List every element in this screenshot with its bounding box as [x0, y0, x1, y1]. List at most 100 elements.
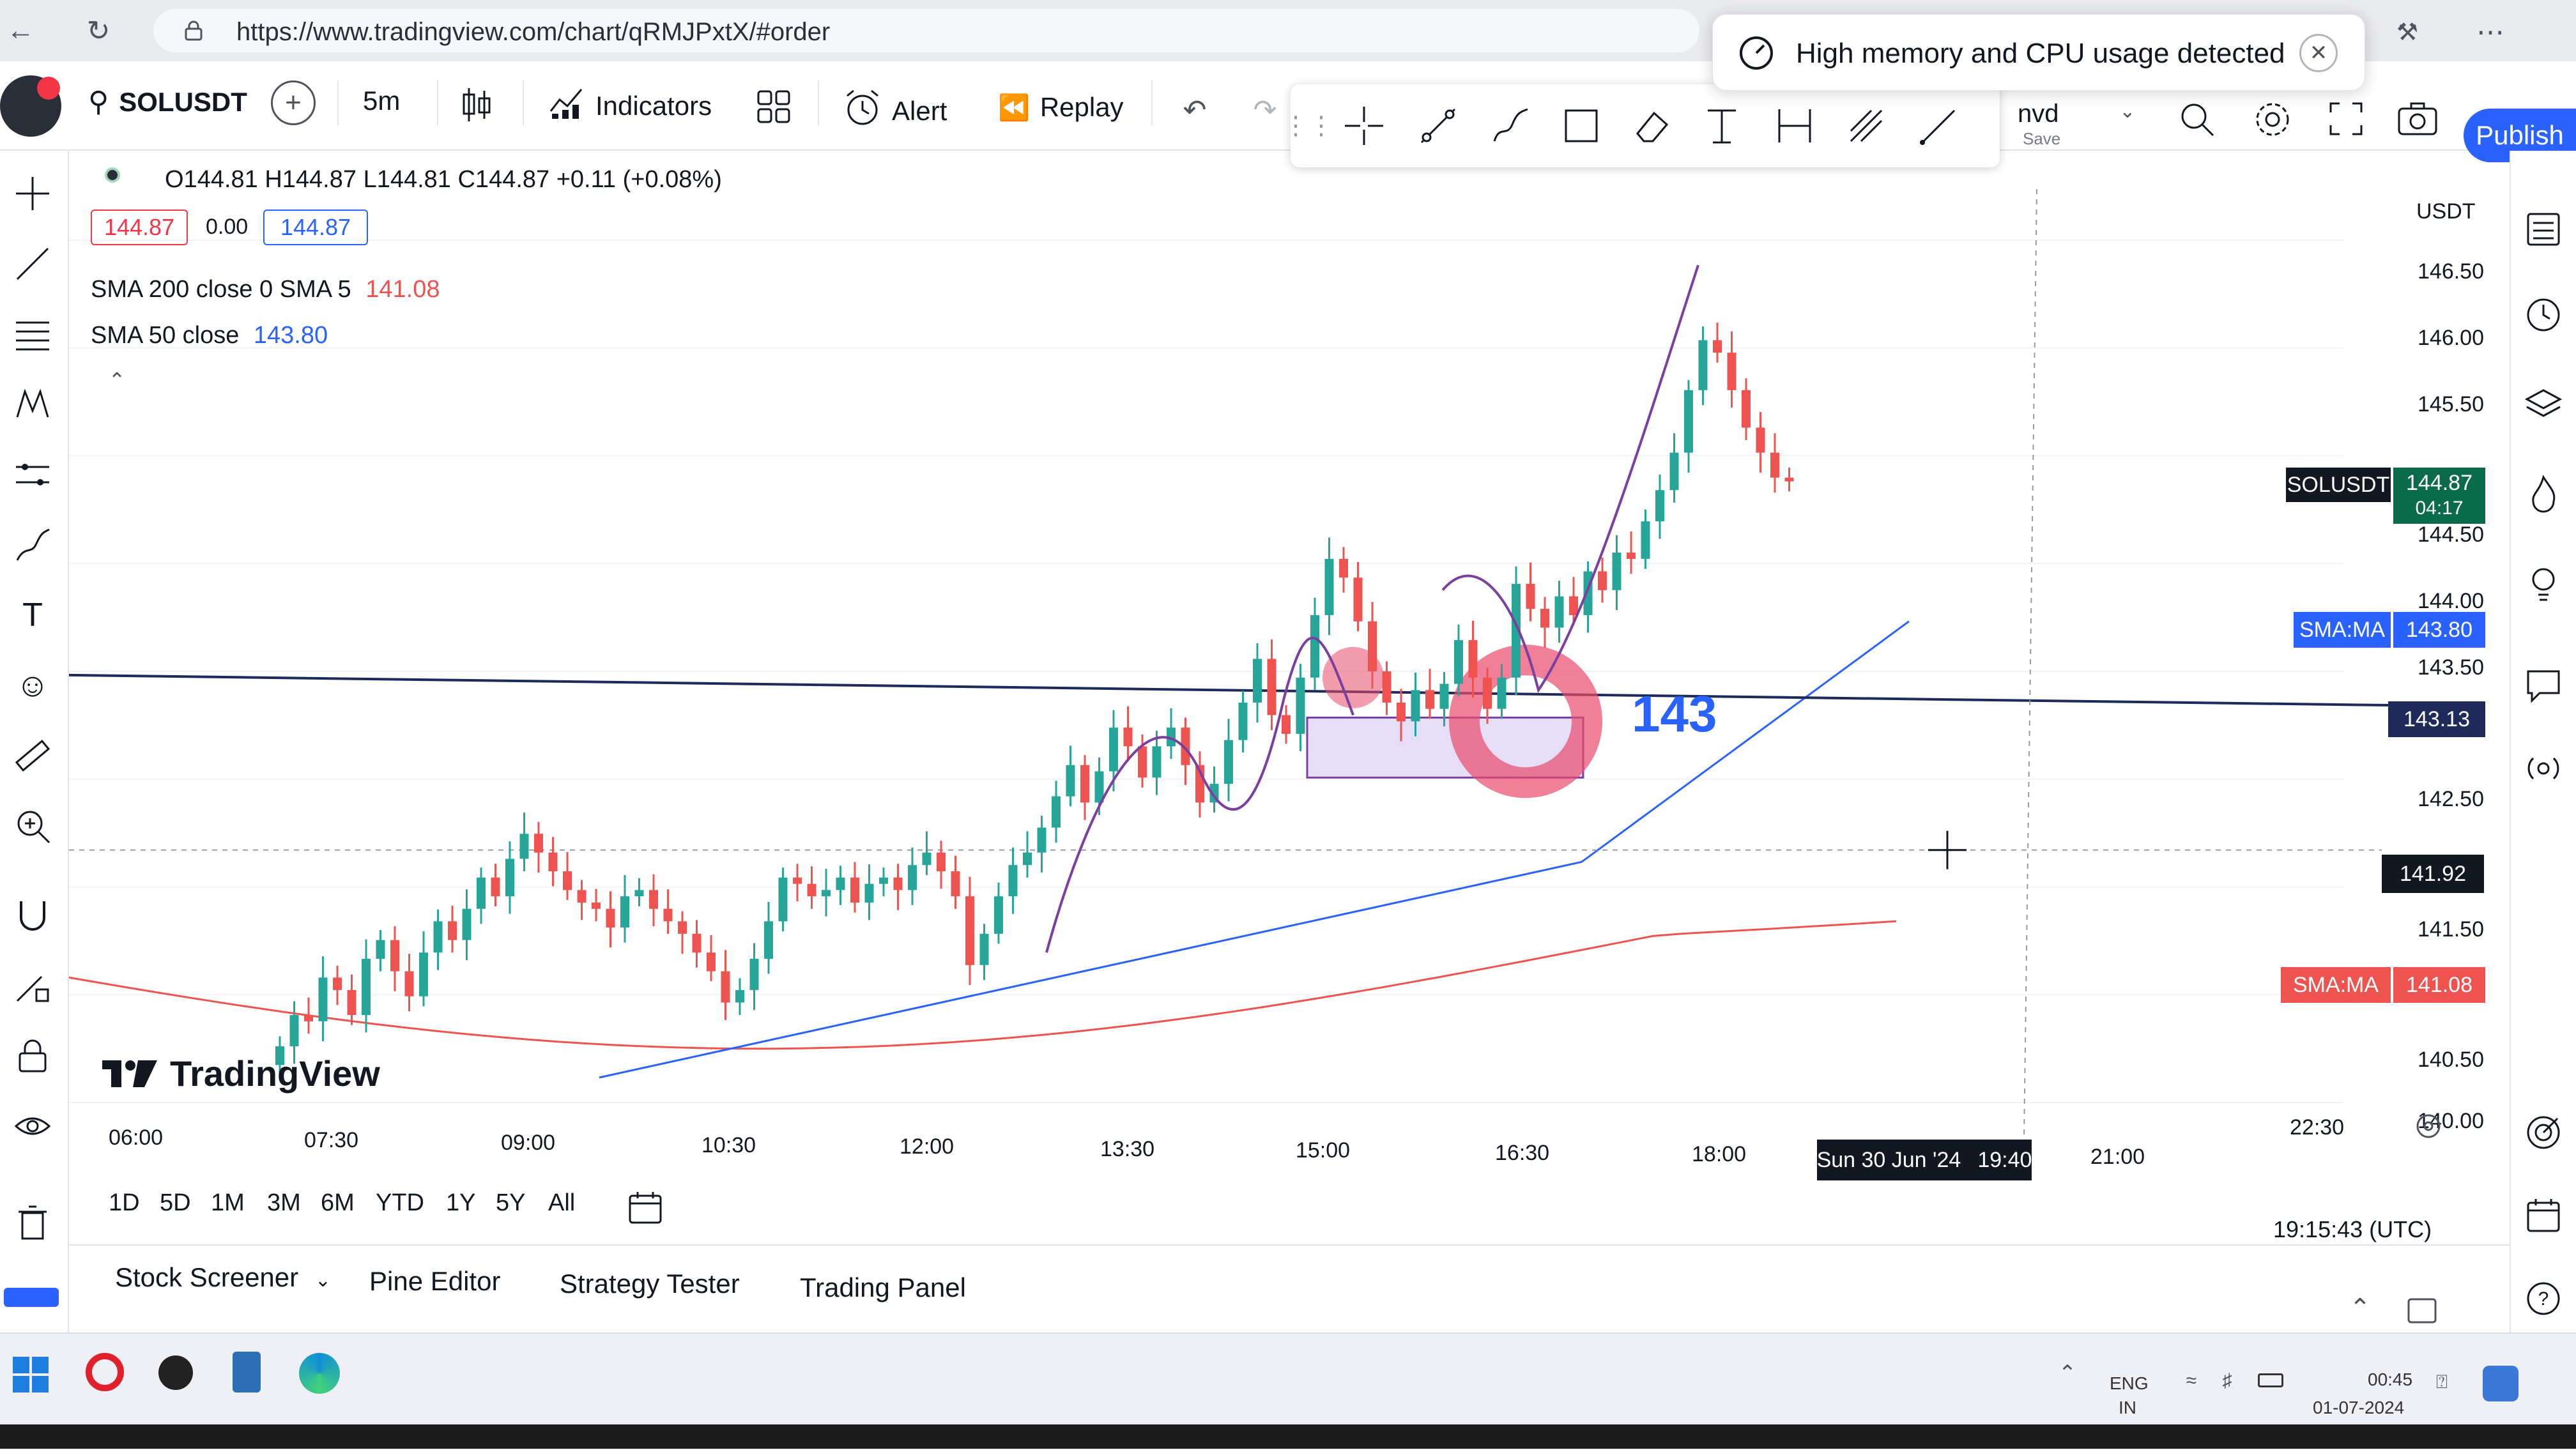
- rectangle-tool-icon[interactable]: [1559, 103, 1604, 148]
- chrome-app-icon[interactable]: [158, 1355, 193, 1390]
- language-indicator[interactable]: ENG: [2110, 1373, 2149, 1394]
- system-time[interactable]: 00:45: [2368, 1370, 2412, 1390]
- tab-pine-editor[interactable]: Pine Editor: [369, 1266, 500, 1297]
- object-tree-icon[interactable]: [4, 1288, 59, 1307]
- layout-save-status[interactable]: Save: [2023, 129, 2060, 149]
- watchlist-icon[interactable]: [2520, 206, 2567, 253]
- fib-tool-icon[interactable]: [1844, 103, 1889, 148]
- range-ytd[interactable]: YTD: [376, 1189, 424, 1217]
- back-arrow-icon[interactable]: ←: [3, 13, 38, 49]
- range-1y[interactable]: 1Y: [446, 1189, 475, 1217]
- chat-icon[interactable]: [2520, 662, 2567, 709]
- sma200-legend[interactable]: SMA 200 close 0 SMA 5 141.08: [91, 276, 440, 303]
- maximize-panel-icon[interactable]: [2406, 1297, 2438, 1325]
- range-6m[interactable]: 6M: [321, 1189, 355, 1217]
- address-bar[interactable]: https://www.tradingview.com/chart/qRMJPx…: [153, 9, 1699, 52]
- chart-pane[interactable]: O144.81 H144.87 L144.81 C144.87 +0.11 (+…: [68, 151, 2510, 1180]
- brush-icon[interactable]: [9, 521, 56, 569]
- eraser-tool-icon[interactable]: [1629, 103, 1674, 148]
- notepad-app-icon[interactable]: [233, 1352, 261, 1393]
- zoom-in-icon[interactable]: [9, 802, 56, 850]
- redo-icon[interactable]: ↷: [1246, 91, 1284, 129]
- ideas-bulb-icon[interactable]: [2520, 560, 2567, 607]
- streams-icon[interactable]: [2520, 745, 2567, 792]
- magnet-icon[interactable]: [9, 892, 56, 939]
- brush-tool-icon[interactable]: [1489, 103, 1533, 148]
- crosshair-icon[interactable]: [9, 170, 56, 217]
- notification-bell-icon[interactable]: ⍰: [2429, 1370, 2455, 1395]
- lock-icon[interactable]: [9, 1032, 56, 1080]
- battery-icon[interactable]: [2258, 1373, 2283, 1387]
- settings-gear-icon[interactable]: [2253, 100, 2292, 139]
- alerts-clock-icon[interactable]: [2520, 291, 2567, 339]
- candles-style-icon[interactable]: [459, 86, 494, 124]
- symbol-search[interactable]: ⚲ SOLUSDT: [88, 86, 247, 118]
- quick-search-icon[interactable]: [2177, 100, 2216, 138]
- site-info-icon[interactable]: [184, 20, 203, 41]
- compare-add-icon[interactable]: +: [271, 80, 316, 125]
- range-5y[interactable]: 5Y: [496, 1189, 525, 1217]
- collapse-legend-icon[interactable]: ⌃: [101, 364, 133, 396]
- chevron-down-icon[interactable]: ⌄: [2115, 98, 2140, 124]
- speaker-icon[interactable]: ♯: [2214, 1368, 2240, 1394]
- range-5d[interactable]: 5D: [160, 1189, 191, 1217]
- tab-strategy-tester[interactable]: Strategy Tester: [560, 1269, 740, 1299]
- drag-handle-icon[interactable]: ⋮⋮: [1283, 103, 1334, 148]
- fib-retracement-icon[interactable]: [9, 310, 56, 358]
- currency-selector[interactable]: USDT: [2416, 199, 2476, 224]
- replay-button[interactable]: ⏪ Replay: [998, 92, 1124, 123]
- text-tool-icon[interactable]: [1699, 103, 1744, 148]
- range-all[interactable]: All: [548, 1189, 575, 1217]
- edge-browser-icon[interactable]: [299, 1353, 340, 1394]
- axis-settings-icon[interactable]: [2414, 1111, 2443, 1141]
- buy-price-button[interactable]: 144.87: [263, 210, 368, 245]
- crosshair-tool-icon[interactable]: [1342, 103, 1386, 148]
- tab-trading-panel[interactable]: Trading Panel: [800, 1272, 966, 1303]
- calendar-icon[interactable]: [2520, 1192, 2567, 1239]
- camera-snapshot-icon[interactable]: [2397, 101, 2438, 137]
- close-icon[interactable]: ✕: [2299, 34, 2338, 72]
- trend-line-tool-icon[interactable]: [1416, 103, 1460, 148]
- sell-price-button[interactable]: 144.87: [91, 210, 188, 245]
- ray-tool-icon[interactable]: [1915, 103, 1960, 148]
- weather-widget-icon[interactable]: [2483, 1366, 2518, 1401]
- goto-date-icon[interactable]: [627, 1189, 663, 1225]
- layout-name[interactable]: nvd: [2018, 100, 2059, 128]
- more-menu-icon[interactable]: ⋯: [2472, 14, 2508, 50]
- target-icon[interactable]: [2520, 1109, 2567, 1156]
- range-1d[interactable]: 1D: [109, 1189, 140, 1217]
- trendline-icon[interactable]: [9, 240, 56, 287]
- measure-tool-icon[interactable]: [1772, 103, 1817, 148]
- drawing-text-label[interactable]: 143: [1632, 685, 1717, 744]
- range-1m[interactable]: 1M: [211, 1189, 245, 1217]
- chevron-up-icon[interactable]: ⌃: [2342, 1290, 2378, 1326]
- utc-clock[interactable]: 19:15:43 (UTC): [2273, 1216, 2432, 1243]
- indicators-button[interactable]: Indicators: [548, 86, 712, 126]
- trash-icon[interactable]: [9, 1198, 56, 1246]
- system-date[interactable]: 01-07-2024: [2313, 1398, 2404, 1418]
- layers-icon[interactable]: [2520, 381, 2567, 428]
- draw-mode-icon[interactable]: [9, 962, 56, 1009]
- region-indicator[interactable]: IN: [2119, 1398, 2136, 1418]
- range-3m[interactable]: 3M: [267, 1189, 301, 1217]
- hotlist-flame-icon[interactable]: [2520, 470, 2567, 517]
- tab-stock-screener[interactable]: Stock Screener ⌄: [115, 1262, 331, 1293]
- ruler-icon[interactable]: [9, 732, 56, 779]
- windows-start-icon[interactable]: [12, 1355, 50, 1394]
- forecast-icon[interactable]: [9, 451, 56, 498]
- undo-icon[interactable]: ↶: [1176, 91, 1214, 129]
- sma50-legend[interactable]: SMA 50 close 143.80: [91, 322, 328, 349]
- wifi-icon[interactable]: ≈: [2179, 1368, 2204, 1394]
- extensions-icon[interactable]: ⚒: [2389, 14, 2425, 50]
- text-icon[interactable]: T: [9, 591, 56, 639]
- help-icon[interactable]: ?: [2520, 1275, 2567, 1322]
- opera-browser-icon[interactable]: [86, 1353, 124, 1391]
- tray-chevron-icon[interactable]: ⌃: [2053, 1359, 2082, 1387]
- pattern-icon[interactable]: [9, 381, 56, 428]
- fullscreen-icon[interactable]: [2328, 101, 2364, 137]
- reload-icon[interactable]: ↻: [80, 13, 116, 49]
- user-avatar[interactable]: [0, 75, 61, 137]
- eye-icon[interactable]: [9, 1103, 56, 1150]
- templates-grid-icon[interactable]: [756, 89, 791, 124]
- interval-button[interactable]: 5m: [363, 86, 400, 116]
